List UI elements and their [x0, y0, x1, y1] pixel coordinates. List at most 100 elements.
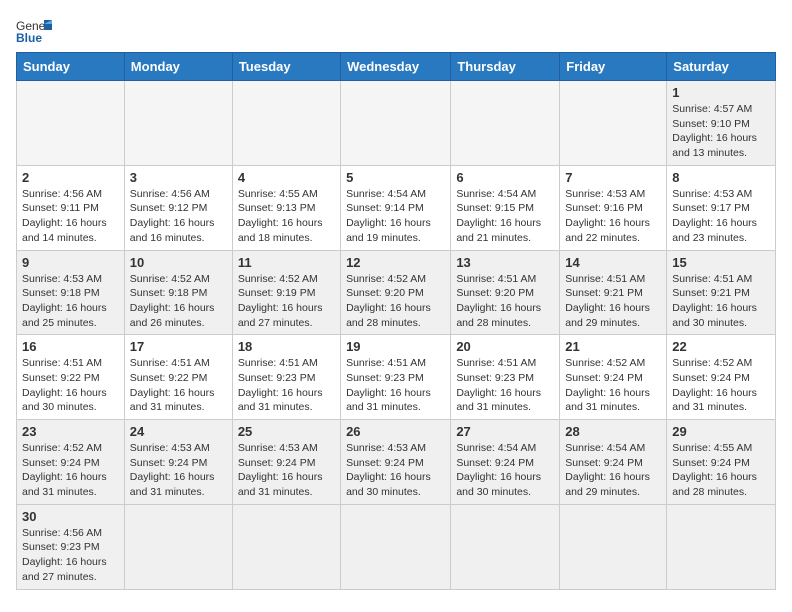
weekday-header-friday: Friday: [560, 53, 667, 81]
day-number: 30: [22, 509, 119, 524]
day-info: Sunrise: 4:51 AM Sunset: 9:22 PM Dayligh…: [22, 356, 119, 415]
calendar-day-cell: 26 Sunrise: 4:53 AM Sunset: 9:24 PM Dayli…: [341, 420, 451, 505]
day-number: 10: [130, 255, 227, 270]
calendar-day-cell: 28 Sunrise: 4:54 AM Sunset: 9:24 PM Dayli…: [560, 420, 667, 505]
day-number: 6: [456, 170, 554, 185]
calendar-week-row: 16 Sunrise: 4:51 AM Sunset: 9:22 PM Dayli…: [17, 335, 776, 420]
calendar-day-cell: 30 Sunrise: 4:56 AM Sunset: 9:23 PM Dayli…: [17, 504, 125, 589]
day-number: 19: [346, 339, 445, 354]
calendar-day-cell: 13 Sunrise: 4:51 AM Sunset: 9:20 PM Dayli…: [451, 250, 560, 335]
day-number: 28: [565, 424, 661, 439]
day-number: 23: [22, 424, 119, 439]
calendar-week-row: 23 Sunrise: 4:52 AM Sunset: 9:24 PM Dayli…: [17, 420, 776, 505]
day-info: Sunrise: 4:52 AM Sunset: 9:24 PM Dayligh…: [672, 356, 770, 415]
calendar-day-cell: [341, 504, 451, 589]
day-info: Sunrise: 4:55 AM Sunset: 9:24 PM Dayligh…: [672, 441, 770, 500]
calendar-day-cell: 6 Sunrise: 4:54 AM Sunset: 9:15 PM Daylig…: [451, 165, 560, 250]
day-number: 20: [456, 339, 554, 354]
calendar-day-cell: [124, 504, 232, 589]
day-info: Sunrise: 4:52 AM Sunset: 9:20 PM Dayligh…: [346, 272, 445, 331]
day-number: 16: [22, 339, 119, 354]
calendar-day-cell: 15 Sunrise: 4:51 AM Sunset: 9:21 PM Dayli…: [667, 250, 776, 335]
day-info: Sunrise: 4:52 AM Sunset: 9:18 PM Dayligh…: [130, 272, 227, 331]
page-header: General Blue: [16, 16, 776, 44]
calendar-day-cell: [17, 81, 125, 166]
calendar-day-cell: [451, 504, 560, 589]
day-info: Sunrise: 4:51 AM Sunset: 9:20 PM Dayligh…: [456, 272, 554, 331]
day-info: Sunrise: 4:54 AM Sunset: 9:24 PM Dayligh…: [565, 441, 661, 500]
weekday-header-row: SundayMondayTuesdayWednesdayThursdayFrid…: [17, 53, 776, 81]
day-number: 18: [238, 339, 335, 354]
day-info: Sunrise: 4:51 AM Sunset: 9:21 PM Dayligh…: [672, 272, 770, 331]
calendar-week-row: 30 Sunrise: 4:56 AM Sunset: 9:23 PM Dayli…: [17, 504, 776, 589]
calendar-day-cell: 21Sunrise: 4:52 AM Sunset: 9:24 PM Dayli…: [560, 335, 667, 420]
day-number: 4: [238, 170, 335, 185]
day-number: 13: [456, 255, 554, 270]
calendar-day-cell: 22 Sunrise: 4:52 AM Sunset: 9:24 PM Dayli…: [667, 335, 776, 420]
calendar-day-cell: 7 Sunrise: 4:53 AM Sunset: 9:16 PM Daylig…: [560, 165, 667, 250]
calendar-week-row: 1 Sunrise: 4:57 AM Sunset: 9:10 PM Daylig…: [17, 81, 776, 166]
weekday-header-sunday: Sunday: [17, 53, 125, 81]
day-info: Sunrise: 4:57 AM Sunset: 9:10 PM Dayligh…: [672, 102, 770, 161]
day-number: 2: [22, 170, 119, 185]
day-info: Sunrise: 4:56 AM Sunset: 9:11 PM Dayligh…: [22, 187, 119, 246]
day-info: Sunrise: 4:55 AM Sunset: 9:13 PM Dayligh…: [238, 187, 335, 246]
day-info: Sunrise: 4:53 AM Sunset: 9:24 PM Dayligh…: [238, 441, 335, 500]
calendar-day-cell: [451, 81, 560, 166]
calendar-day-cell: 5Sunrise: 4:54 AM Sunset: 9:14 PM Daylig…: [341, 165, 451, 250]
day-info: Sunrise: 4:53 AM Sunset: 9:16 PM Dayligh…: [565, 187, 661, 246]
day-number: 26: [346, 424, 445, 439]
calendar-day-cell: 25 Sunrise: 4:53 AM Sunset: 9:24 PM Dayli…: [232, 420, 340, 505]
calendar-day-cell: 17Sunrise: 4:51 AM Sunset: 9:22 PM Dayli…: [124, 335, 232, 420]
day-info: Sunrise: 4:53 AM Sunset: 9:18 PM Dayligh…: [22, 272, 119, 331]
day-info: Sunrise: 4:51 AM Sunset: 9:21 PM Dayligh…: [565, 272, 661, 331]
day-number: 11: [238, 255, 335, 270]
calendar-day-cell: 23 Sunrise: 4:52 AM Sunset: 9:24 PM Dayli…: [17, 420, 125, 505]
day-info: Sunrise: 4:56 AM Sunset: 9:12 PM Dayligh…: [130, 187, 227, 246]
calendar-day-cell: [667, 504, 776, 589]
day-number: 9: [22, 255, 119, 270]
day-info: Sunrise: 4:53 AM Sunset: 9:24 PM Dayligh…: [130, 441, 227, 500]
calendar-day-cell: 19Sunrise: 4:51 AM Sunset: 9:23 PM Dayli…: [341, 335, 451, 420]
day-info: Sunrise: 4:54 AM Sunset: 9:24 PM Dayligh…: [456, 441, 554, 500]
day-info: Sunrise: 4:53 AM Sunset: 9:17 PM Dayligh…: [672, 187, 770, 246]
calendar-day-cell: 24Sunrise: 4:53 AM Sunset: 9:24 PM Dayli…: [124, 420, 232, 505]
calendar-day-cell: 18 Sunrise: 4:51 AM Sunset: 9:23 PM Dayli…: [232, 335, 340, 420]
calendar-week-row: 2 Sunrise: 4:56 AM Sunset: 9:11 PM Daylig…: [17, 165, 776, 250]
day-info: Sunrise: 4:54 AM Sunset: 9:15 PM Dayligh…: [456, 187, 554, 246]
day-number: 25: [238, 424, 335, 439]
weekday-header-wednesday: Wednesday: [341, 53, 451, 81]
day-number: 3: [130, 170, 227, 185]
calendar-day-cell: 12 Sunrise: 4:52 AM Sunset: 9:20 PM Dayli…: [341, 250, 451, 335]
day-number: 17: [130, 339, 227, 354]
calendar-day-cell: 2 Sunrise: 4:56 AM Sunset: 9:11 PM Daylig…: [17, 165, 125, 250]
day-number: 12: [346, 255, 445, 270]
weekday-header-monday: Monday: [124, 53, 232, 81]
weekday-header-tuesday: Tuesday: [232, 53, 340, 81]
day-info: Sunrise: 4:54 AM Sunset: 9:14 PM Dayligh…: [346, 187, 445, 246]
day-info: Sunrise: 4:51 AM Sunset: 9:23 PM Dayligh…: [238, 356, 335, 415]
calendar-day-cell: 20Sunrise: 4:51 AM Sunset: 9:23 PM Dayli…: [451, 335, 560, 420]
calendar-day-cell: [232, 81, 340, 166]
day-number: 1: [672, 85, 770, 100]
calendar-day-cell: [341, 81, 451, 166]
day-info: Sunrise: 4:56 AM Sunset: 9:23 PM Dayligh…: [22, 526, 119, 585]
calendar-day-cell: [560, 504, 667, 589]
calendar-day-cell: 10 Sunrise: 4:52 AM Sunset: 9:18 PM Dayli…: [124, 250, 232, 335]
day-number: 22: [672, 339, 770, 354]
day-info: Sunrise: 4:52 AM Sunset: 9:24 PM Dayligh…: [22, 441, 119, 500]
day-number: 15: [672, 255, 770, 270]
day-number: 7: [565, 170, 661, 185]
day-info: Sunrise: 4:53 AM Sunset: 9:24 PM Dayligh…: [346, 441, 445, 500]
svg-text:Blue: Blue: [16, 31, 42, 44]
calendar-day-cell: 4 Sunrise: 4:55 AM Sunset: 9:13 PM Daylig…: [232, 165, 340, 250]
calendar-day-cell: 11Sunrise: 4:52 AM Sunset: 9:19 PM Dayli…: [232, 250, 340, 335]
calendar-day-cell: [232, 504, 340, 589]
calendar-day-cell: 16 Sunrise: 4:51 AM Sunset: 9:22 PM Dayli…: [17, 335, 125, 420]
weekday-header-saturday: Saturday: [667, 53, 776, 81]
day-number: 29: [672, 424, 770, 439]
day-info: Sunrise: 4:52 AM Sunset: 9:24 PM Dayligh…: [565, 356, 661, 415]
generalblue-logo-icon: General Blue: [16, 16, 52, 44]
calendar-day-cell: 3 Sunrise: 4:56 AM Sunset: 9:12 PM Daylig…: [124, 165, 232, 250]
day-number: 27: [456, 424, 554, 439]
